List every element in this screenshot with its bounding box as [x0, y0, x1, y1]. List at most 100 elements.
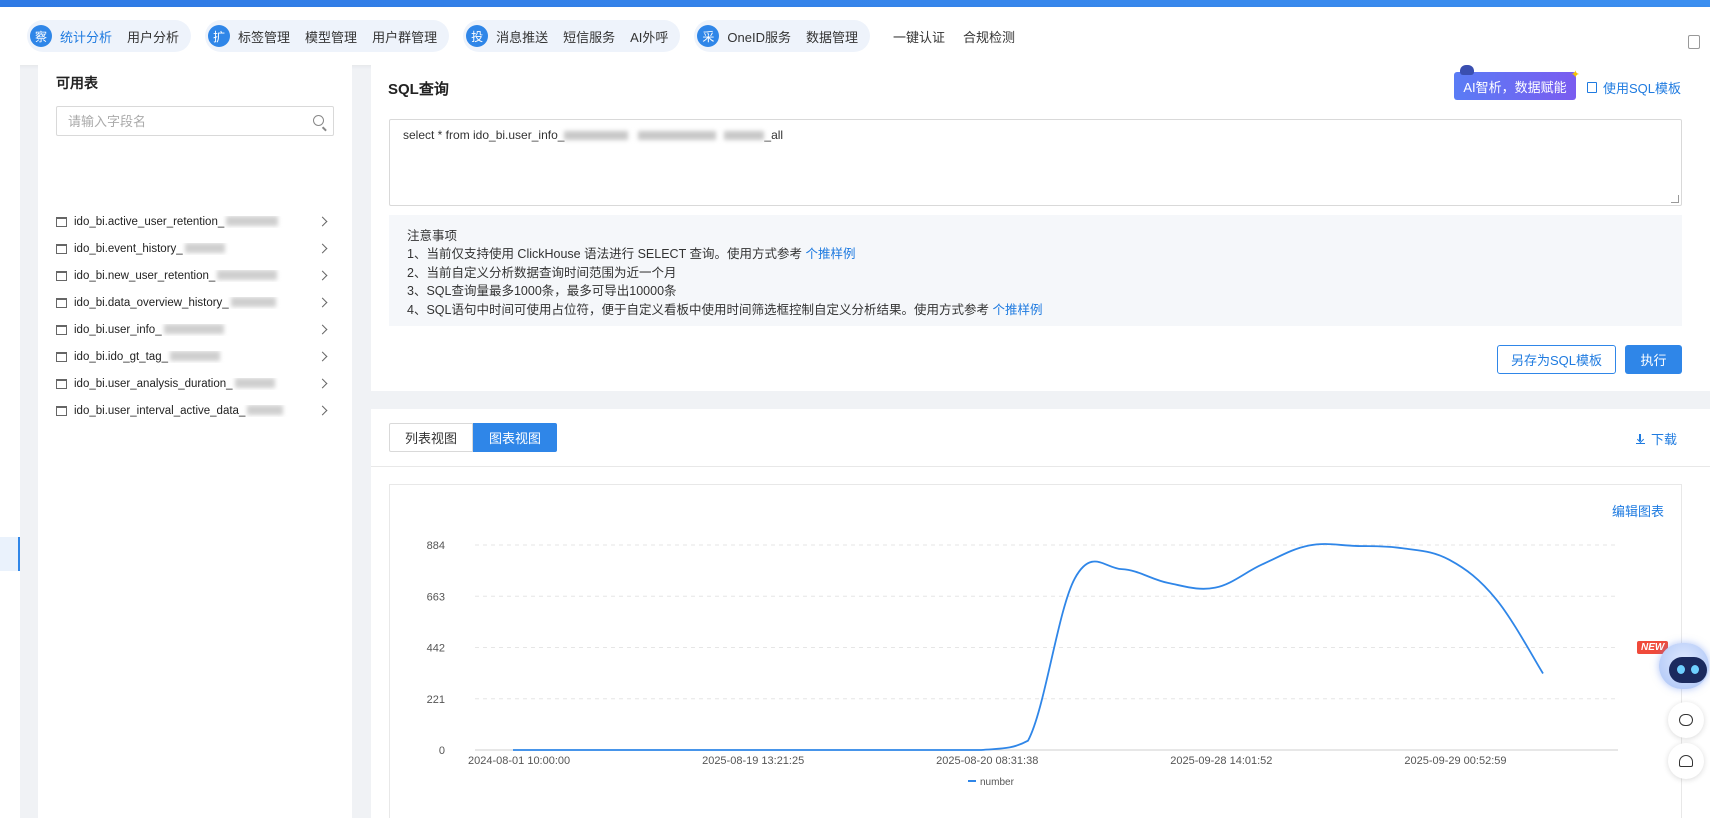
use-sql-template-link[interactable]: 使用SQL模板	[1587, 78, 1681, 97]
note-4: 4、SQL语句中时间可使用占位符，便于自定义看板中使用时间筛选框控制自定义分析结…	[407, 301, 1664, 319]
sql-query-suffix: _all	[764, 128, 784, 142]
nav-item[interactable]: 消息推送	[496, 27, 548, 46]
nav-group: 投消息推送 短信服务 AI外呼	[463, 20, 681, 52]
nav-item[interactable]: 标签管理	[238, 27, 290, 46]
series-line-number	[512, 543, 1544, 751]
top-navigation: 察统计分析 用户分析扩标签管理 模型管理 用户群管理投消息推送 短信服务 AI外呼采 One…	[0, 7, 1710, 65]
run-button[interactable]: 执行	[1625, 345, 1682, 374]
note-1-link[interactable]: 个推样例	[805, 247, 855, 261]
redacted-text	[230, 297, 276, 308]
nav-group-icon: 扩	[208, 25, 231, 47]
legend-label: number	[980, 777, 1015, 788]
download-label: 下载	[1651, 432, 1678, 447]
tab-chart-view[interactable]: 图表视图	[473, 423, 558, 452]
result-panel: 列表视图 图表视图 下载 0 221 442 663 884 2024-08-01 10:…	[371, 409, 1710, 818]
table-icon	[56, 216, 67, 227]
assistant-robot-button[interactable]	[1655, 637, 1710, 695]
sidebar-active-marker[interactable]	[0, 537, 20, 571]
table-name: ido_bi.user_analysis_duration_	[74, 378, 309, 390]
note-3: 3、SQL查询量最多1000条，最多可导出10000条	[407, 284, 677, 299]
nav-item[interactable]: 短信服务	[563, 27, 615, 46]
use-sql-template-label: 使用SQL模板	[1603, 81, 1682, 96]
redacted-text	[564, 131, 629, 141]
search-icon[interactable]	[313, 115, 324, 126]
download-icon	[1636, 433, 1645, 444]
nav-item[interactable]: AI外呼	[630, 27, 668, 46]
ai-analysis-button[interactable]: AI智析，数据赋能 ✦	[1454, 65, 1580, 100]
available-tables-panel: 可用表 ido_bi.active_user_retention_ ido_bi.…	[38, 65, 352, 818]
notes-box: 注意事项 1、当前仅支持使用 ClickHouse 语法进行 SELECT 查询…	[389, 215, 1682, 326]
x-tick-label: 2025-09-28 14:01:52	[1170, 755, 1272, 767]
redacted-text	[170, 351, 220, 362]
table-name: ido_bi.user_info_	[74, 324, 309, 336]
table-row[interactable]: ido_bi.data_overview_history_	[56, 289, 334, 316]
sql-query-panel: SQL查询 AI智析，数据赋能 ✦ 使用SQL模板 select * from …	[371, 65, 1710, 391]
y-tick-label: 221	[427, 694, 445, 706]
nav-item[interactable]: 统计分析	[60, 27, 112, 46]
nav-item[interactable]: 模型管理	[305, 27, 357, 46]
support-button[interactable]	[1668, 743, 1704, 779]
table-name: ido_bi.data_overview_history_	[74, 297, 309, 309]
table-row[interactable]: ido_bi.user_analysis_duration_	[56, 370, 334, 397]
nav-item[interactable]: 用户分析	[127, 27, 179, 46]
note-4-text: 4、SQL语句中时间可使用占位符，便于自定义看板中使用时间筛选框控制自定义分析结…	[407, 302, 989, 317]
wechat-button[interactable]	[1668, 702, 1704, 738]
chevron-right-icon	[317, 405, 328, 416]
nav-item[interactable]: OneID服务	[727, 27, 791, 46]
redacted-text	[724, 131, 765, 141]
ai-analysis-label: AI智析，数据赋能	[1463, 79, 1567, 95]
chevron-right-icon	[317, 324, 328, 335]
y-tick-label: 0	[439, 745, 445, 757]
table-row[interactable]: ido_bi.user_interval_active_data_	[56, 397, 334, 424]
table-name: ido_bi.event_history_	[74, 243, 309, 255]
save-as-template-button[interactable]: 另存为SQL模板	[1497, 345, 1616, 374]
table-icon	[56, 324, 67, 335]
nav-group: 扩标签管理 模型管理 用户群管理	[205, 20, 450, 52]
nav-item[interactable]: 用户群管理	[372, 27, 437, 46]
redacted-text	[226, 216, 279, 227]
table-icon	[56, 378, 67, 389]
copy-icon	[1587, 82, 1597, 93]
robot-eye	[1691, 665, 1699, 674]
layout-icon[interactable]	[1688, 35, 1700, 49]
redacted-text	[247, 405, 284, 416]
table-row[interactable]: ido_bi.new_user_retention_	[56, 262, 334, 289]
nav-item[interactable]: 数据管理	[806, 27, 858, 46]
chevron-right-icon	[317, 378, 328, 389]
tables-title: 可用表	[56, 75, 98, 91]
notes-title: 注意事项	[407, 229, 458, 243]
tab-list-view[interactable]: 列表视图	[389, 423, 474, 452]
chevron-right-icon	[317, 216, 328, 227]
table-name: ido_bi.ido_gt_tag_	[74, 351, 309, 363]
table-row[interactable]: ido_bi.event_history_	[56, 235, 334, 262]
sql-title: SQL查询	[388, 81, 449, 98]
nav-item[interactable]: 合规检测	[963, 27, 1015, 46]
note-1-text: 1、当前仅支持使用 ClickHouse 语法进行 SELECT 查询。使用方式…	[407, 247, 802, 262]
field-search-input[interactable]	[57, 107, 297, 135]
redacted-text	[163, 324, 224, 335]
sql-editor[interactable]: select * from ido_bi.user_info_ _all	[389, 119, 1682, 206]
download-link[interactable]: 下载	[1636, 429, 1677, 448]
table-icon	[56, 270, 67, 281]
table-name: ido_bi.user_interval_active_data_	[74, 405, 309, 417]
table-icon	[56, 243, 67, 254]
table-row[interactable]: ido_bi.user_info_	[56, 316, 334, 343]
left-sidebar-strip	[0, 65, 20, 818]
note-4-link[interactable]: 个推样例	[992, 303, 1042, 317]
nav-group: 采 OneID服务 数据管理	[694, 20, 870, 52]
chevron-right-icon	[317, 297, 328, 308]
field-search-box	[56, 106, 334, 136]
wechat-icon	[1679, 714, 1693, 726]
note-1: 1、当前仅支持使用 ClickHouse 语法进行 SELECT 查询。使用方式…	[407, 245, 1664, 263]
redacted-text	[638, 131, 717, 141]
table-icon	[56, 351, 67, 362]
table-row[interactable]: ido_bi.ido_gt_tag_	[56, 343, 334, 370]
nav-item[interactable]: 一键认证	[893, 27, 945, 46]
robot-mini-icon	[1460, 65, 1474, 75]
edit-chart-link[interactable]: 编辑图表	[1612, 501, 1664, 520]
resize-handle[interactable]	[1671, 195, 1679, 203]
chevron-right-icon	[317, 270, 328, 281]
robot-icon	[1659, 643, 1709, 689]
redacted-text	[234, 378, 275, 389]
table-row[interactable]: ido_bi.active_user_retention_	[56, 208, 334, 235]
